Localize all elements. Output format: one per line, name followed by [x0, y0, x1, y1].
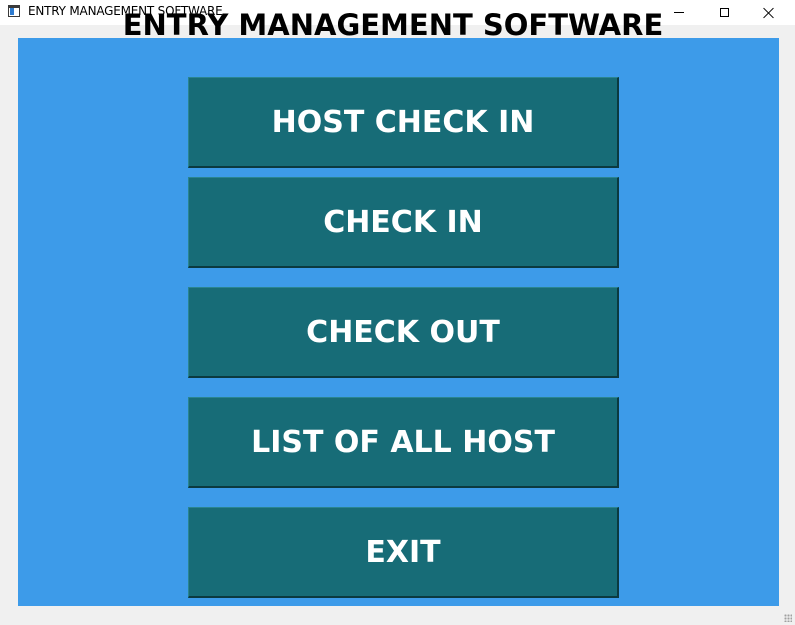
- check-in-button[interactable]: CHECK IN: [188, 177, 619, 268]
- page-title: ENTRY MANAGEMENT SOFTWARE: [122, 8, 664, 42]
- host-check-in-button[interactable]: HOST CHECK IN: [188, 77, 619, 168]
- list-of-all-host-button[interactable]: LIST OF ALL HOST: [188, 397, 619, 488]
- check-out-button[interactable]: CHECK OUT: [188, 287, 619, 378]
- exit-button[interactable]: EXIT: [188, 507, 619, 598]
- app-window: ENTRY MANAGEMENT SOFTWARE ENTRY MANAGEME…: [0, 0, 795, 625]
- resize-grip-icon[interactable]: [784, 614, 792, 622]
